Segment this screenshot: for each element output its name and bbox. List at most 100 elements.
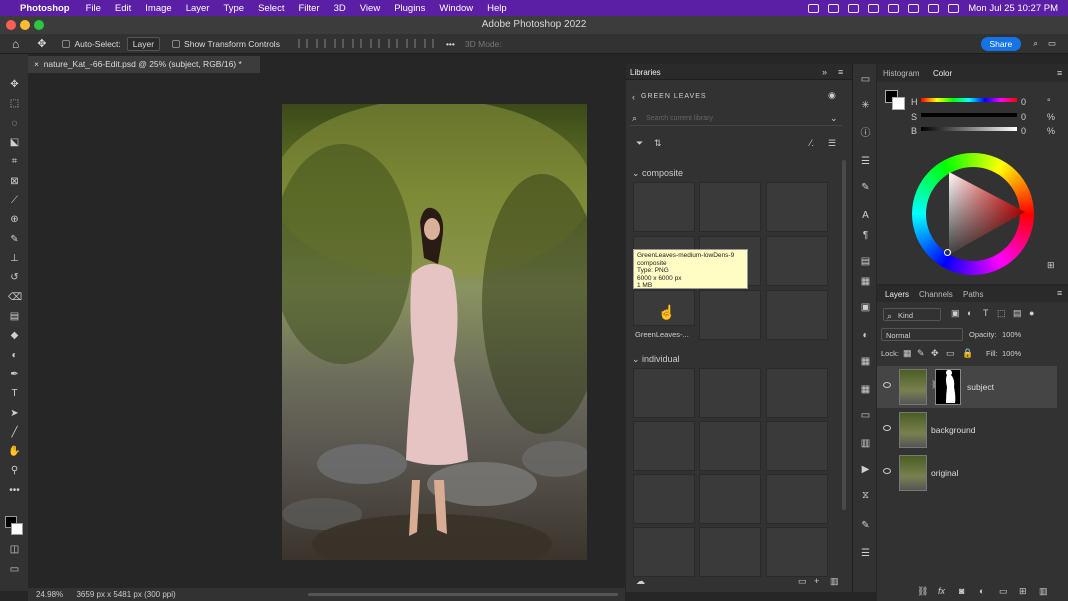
dodge-tool-icon[interactable]: ◐ [8, 350, 21, 362]
library-item[interactable] [699, 290, 761, 340]
tab-histogram[interactable]: Histogram [883, 69, 919, 78]
navigator-icon[interactable]: ✳ [859, 100, 872, 112]
blur-tool-icon[interactable]: ◆ [8, 330, 21, 342]
link-layers-icon[interactable]: ⛓ [917, 586, 928, 597]
leaf-item[interactable] [699, 527, 761, 577]
wifi-icon[interactable] [888, 3, 900, 13]
menu-plugins[interactable]: Plugins [387, 3, 432, 14]
pen-tool-icon[interactable]: ✒ [8, 369, 21, 381]
comments-icon[interactable]: ▭ [859, 74, 872, 86]
visibility-eye-icon[interactable] [883, 468, 891, 474]
layer-mask-thumbnail[interactable] [935, 369, 961, 405]
align-center-icon[interactable] [315, 39, 326, 48]
menu-app-name[interactable]: Photoshop [14, 3, 79, 14]
eraser-tool-icon[interactable]: ⌫ [8, 292, 22, 304]
move-tool-icon[interactable]: ✥ [37, 37, 46, 50]
screen-record-icon[interactable] [808, 3, 820, 13]
history-icon[interactable]: ⧖ [859, 490, 872, 502]
new-group-icon[interactable]: ▭ [798, 576, 807, 587]
filter-toggle-icon[interactable]: ● [1029, 308, 1034, 318]
leaf-item[interactable] [633, 368, 695, 418]
tab-channels[interactable]: Channels [919, 290, 953, 299]
properties-icon[interactable]: ☰ [859, 548, 872, 560]
distribute-vertical-icon[interactable] [423, 39, 434, 48]
background-color-swatch[interactable] [892, 97, 905, 110]
library-item[interactable] [633, 182, 695, 232]
eyedropper-tool-icon[interactable]: ⟋ [8, 195, 21, 207]
adjustment-layer-icon[interactable]: ◐ [979, 586, 984, 596]
vpn-icon[interactable] [868, 3, 880, 13]
object-select-tool-icon[interactable]: ⬕ [8, 137, 21, 149]
new-group-icon[interactable]: ▭ [999, 586, 1008, 597]
tab-color[interactable]: Color [933, 69, 952, 78]
lock-artboard-icon[interactable]: ▭ [946, 348, 955, 359]
panel-menu-icon[interactable]: ≡ [1057, 68, 1062, 78]
panel-menu-icon[interactable]: ≡ [1057, 288, 1062, 298]
hand-tool-icon[interactable]: ✋ [8, 446, 21, 458]
align-top-icon[interactable] [369, 39, 380, 48]
brush-settings-icon[interactable]: ✎ [859, 182, 872, 194]
leaf-item[interactable] [699, 474, 761, 524]
crop-tool-icon[interactable]: ⌗ [8, 156, 21, 168]
layer-kind-filter[interactable]: ⌕ Kind [883, 308, 941, 321]
horizontal-scrollbar[interactable] [308, 593, 618, 596]
layer-name[interactable]: background [931, 425, 975, 435]
color-picker-handle[interactable] [944, 249, 951, 256]
back-chevron-icon[interactable]: ‹ [632, 92, 635, 102]
line-tool-icon[interactable]: ╱ [8, 427, 21, 439]
library-item[interactable] [766, 182, 828, 232]
menu-layer[interactable]: Layer [179, 3, 217, 14]
home-icon[interactable]: ⌂ [12, 37, 19, 51]
character-icon[interactable]: A [859, 210, 872, 222]
leaf-item[interactable] [633, 474, 695, 524]
libraries-tab[interactable]: Libraries [630, 68, 661, 77]
library-item[interactable] [766, 236, 828, 286]
list-view-icon[interactable]: ☰ [828, 138, 836, 149]
fill-field[interactable]: 100% [1002, 349, 1021, 358]
b-value[interactable]: 0 [1021, 126, 1026, 136]
individual-group-header[interactable]: ⌄ individual [632, 354, 680, 365]
menu-image[interactable]: Image [138, 3, 178, 14]
group-icon[interactable]: ⁄. [810, 138, 814, 148]
h-value[interactable]: 0 [1021, 97, 1026, 107]
type-tool-icon[interactable]: T [8, 388, 21, 400]
add-element-icon[interactable]: + [814, 576, 819, 586]
gradients-icon[interactable]: ▭ [859, 410, 872, 422]
zoom-tool-icon[interactable]: ⚲ [8, 465, 21, 477]
filter-adjustment-icon[interactable]: ◐ [967, 308, 972, 318]
library-item[interactable] [699, 182, 761, 232]
align-left-icon[interactable] [297, 39, 308, 48]
lock-transparent-icon[interactable]: ▦ [903, 348, 912, 359]
close-window-button[interactable] [6, 20, 16, 30]
blend-mode-dropdown[interactable]: Normal [881, 328, 963, 341]
align-right-icon[interactable] [333, 39, 344, 48]
distribute-icon[interactable] [351, 39, 362, 48]
visibility-eye-icon[interactable] [883, 382, 891, 388]
auto-select-checkbox[interactable]: Auto-Select: [62, 39, 121, 49]
zoom-window-button[interactable] [34, 20, 44, 30]
more-options-icon[interactable]: ••• [446, 39, 455, 49]
swatches-icon[interactable]: ▦ [859, 356, 872, 368]
leaf-item[interactable] [766, 474, 828, 524]
leaf-item[interactable] [766, 527, 828, 577]
close-tab-icon[interactable]: × [34, 59, 39, 69]
library-search-field[interactable]: ⌕ Search current library ⌄ [630, 112, 842, 126]
path-select-icon[interactable]: ➤ [8, 408, 21, 420]
actions-icon[interactable]: ▶ [859, 464, 872, 476]
clone-stamp-icon[interactable]: ⊥ [8, 253, 21, 265]
brush-tool-icon[interactable]: ✎ [8, 234, 21, 246]
patterns-icon[interactable]: ▥ [859, 438, 872, 450]
transform-controls-checkbox[interactable]: Show Transform Controls [172, 39, 280, 49]
delete-icon[interactable]: ▥ [830, 576, 839, 587]
hue-slider[interactable] [921, 98, 1017, 102]
leaf-item[interactable] [633, 527, 695, 577]
cloud-icon[interactable] [828, 3, 840, 13]
background-color-swatch[interactable] [11, 523, 23, 535]
workspace-icon[interactable]: ▭ [1048, 38, 1056, 49]
zoom-level[interactable]: 24.98% [36, 590, 63, 599]
s-value[interactable]: 0 [1021, 112, 1026, 122]
layer-name[interactable]: original [931, 468, 958, 478]
menu-file[interactable]: File [79, 3, 108, 14]
screen-mode-icon[interactable]: ▭ [8, 564, 21, 576]
align-middle-icon[interactable] [387, 39, 398, 48]
